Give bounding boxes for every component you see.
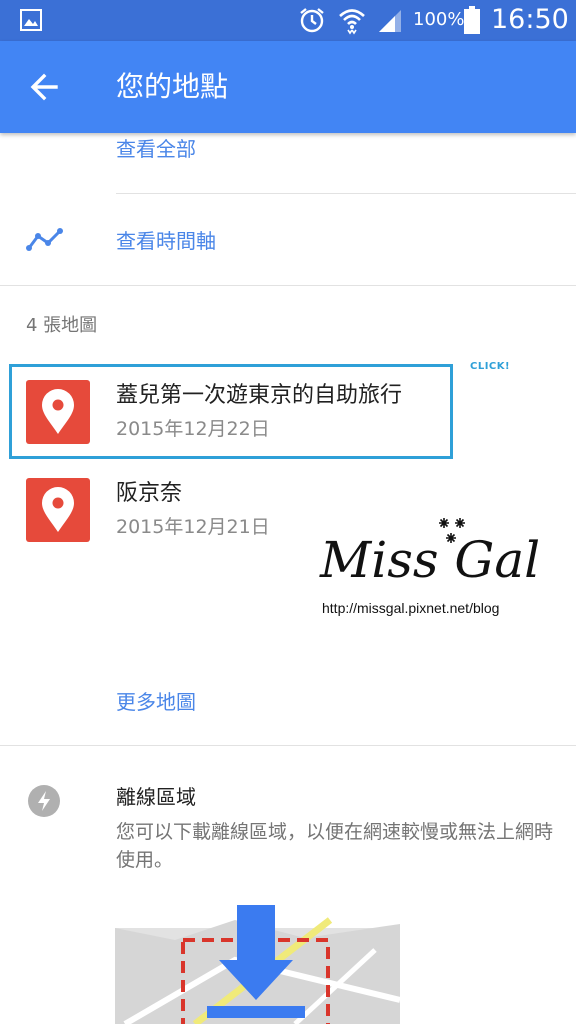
gallery-icon bbox=[20, 9, 42, 31]
click-annotation: CLICK! bbox=[470, 361, 511, 372]
back-button[interactable] bbox=[20, 63, 68, 111]
view-all-link[interactable]: 查看全部 bbox=[116, 136, 196, 162]
status-time: 16:50 bbox=[491, 4, 569, 35]
status-bar: 100% 16:50 bbox=[0, 0, 576, 41]
offline-areas-description: 您可以下載離線區域，以便在網速較慢或無法上網時使用。 bbox=[116, 821, 554, 871]
battery-percent: 100% bbox=[413, 9, 465, 30]
map-pin-tile bbox=[26, 380, 90, 444]
arrow-back-icon bbox=[30, 73, 58, 101]
section-divider bbox=[0, 285, 576, 286]
map-list-item[interactable]: 蓋兒第一次遊東京的自助旅行 2015年12月22日 bbox=[0, 368, 576, 454]
signal-icon bbox=[379, 10, 401, 32]
more-maps-link[interactable]: 更多地圖 bbox=[116, 689, 196, 715]
wifi-icon bbox=[339, 9, 365, 35]
map-title: 阪京奈 bbox=[116, 481, 183, 506]
map-pin-icon bbox=[42, 487, 74, 532]
map-pin-tile bbox=[26, 478, 90, 542]
battery-icon bbox=[464, 6, 480, 34]
map-pin-icon bbox=[42, 389, 74, 434]
map-title: 蓋兒第一次遊東京的自助旅行 bbox=[116, 383, 403, 408]
timeline-icon bbox=[26, 228, 63, 251]
view-timeline-link[interactable]: 查看時間軸 bbox=[116, 228, 216, 254]
divider bbox=[116, 193, 576, 194]
alarm-icon bbox=[300, 8, 324, 33]
map-date: 2015年12月22日 bbox=[116, 418, 270, 440]
offline-bolt-icon bbox=[28, 785, 60, 817]
watermark-url: http://missgal.pixnet.net/blog bbox=[322, 600, 500, 616]
offline-areas-title: 離線區域 bbox=[116, 785, 196, 809]
download-map-illustration bbox=[115, 905, 400, 1024]
page-title: 您的地點 bbox=[116, 70, 229, 103]
maps-count-label: 4 張地圖 bbox=[26, 315, 98, 336]
app-bar: 您的地點 bbox=[0, 41, 576, 133]
section-divider bbox=[0, 745, 576, 746]
watermark-logo: Miss Gal bbox=[320, 531, 541, 589]
map-date: 2015年12月21日 bbox=[116, 516, 270, 538]
